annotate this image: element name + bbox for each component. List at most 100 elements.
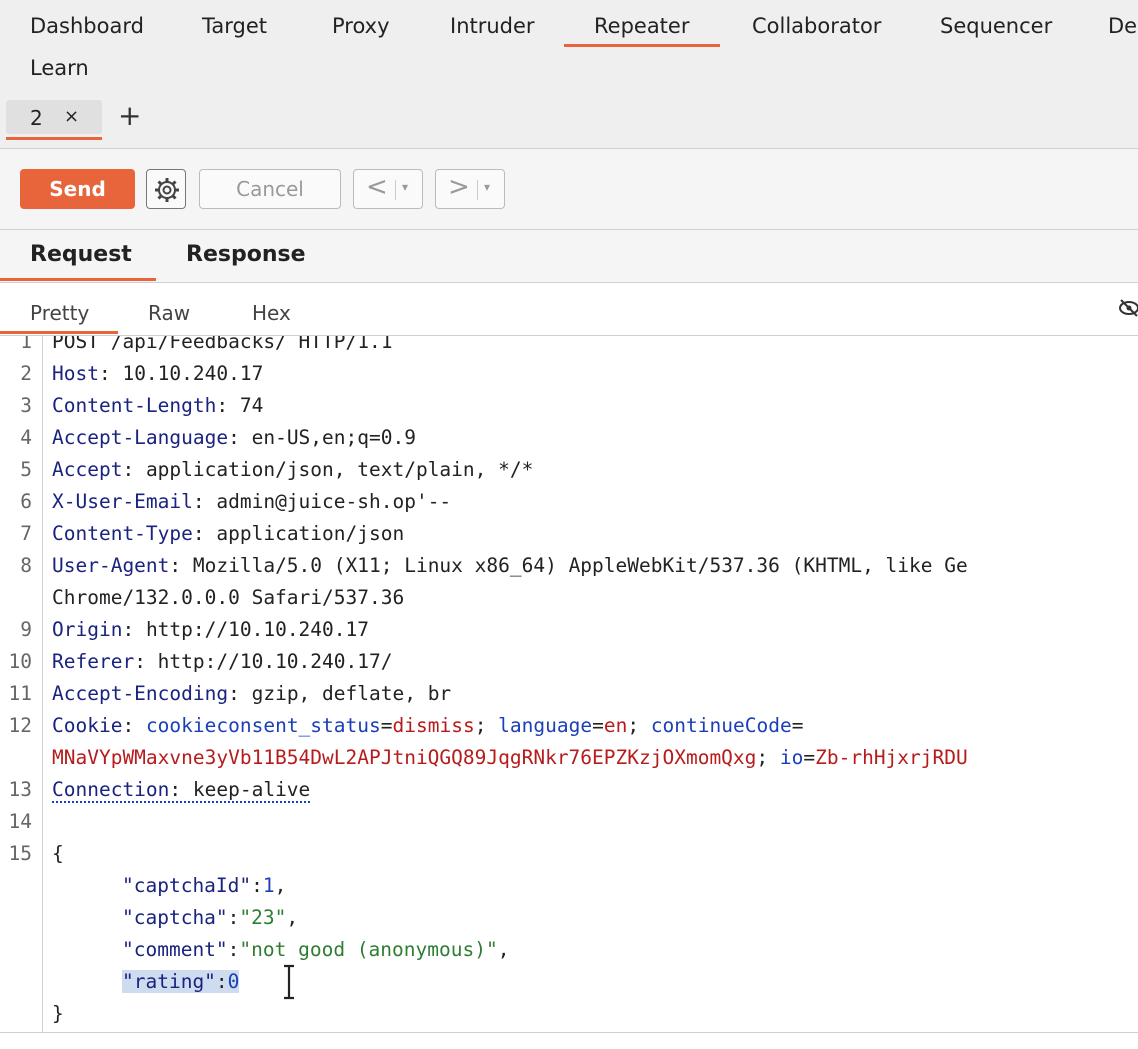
repeater-tab[interactable]: 2 × bbox=[6, 100, 102, 134]
nav-repeater[interactable]: Repeater bbox=[594, 14, 689, 38]
chevron-left-icon: < bbox=[366, 172, 388, 202]
tab-raw[interactable]: Raw bbox=[148, 301, 190, 325]
tab-response[interactable]: Response bbox=[186, 242, 306, 267]
eye-off-icon[interactable] bbox=[1118, 297, 1138, 319]
line-number: 15 bbox=[0, 842, 32, 865]
view-tabs: Pretty Raw Hex bbox=[0, 283, 1138, 336]
header-continuation: Chrome/132.0.0.0 Safari/537.36 bbox=[52, 586, 404, 609]
repeater-tab-label: 2 bbox=[30, 106, 43, 130]
header-name: Accept bbox=[52, 458, 122, 481]
cookie-value: Zb-rhHjxrjRDU bbox=[815, 746, 968, 769]
header-line: Accept: application/json, text/plain, */… bbox=[52, 458, 533, 481]
add-tab-button[interactable]: + bbox=[118, 102, 141, 130]
nav-decoder[interactable]: Dec bbox=[1108, 14, 1138, 38]
header-line: Accept-Encoding: gzip, deflate, br bbox=[52, 682, 451, 705]
tab-pretty[interactable]: Pretty bbox=[30, 301, 89, 325]
message-tabs: Request Response bbox=[0, 230, 1138, 283]
line-number: 4 bbox=[0, 426, 32, 449]
nav-intruder[interactable]: Intruder bbox=[450, 14, 535, 38]
header-name: Referer bbox=[52, 650, 134, 673]
nav-target[interactable]: Target bbox=[202, 14, 267, 38]
tab-active-indicator bbox=[6, 137, 102, 140]
tab-request[interactable]: Request bbox=[30, 242, 132, 267]
header-line: Content-Type: application/json bbox=[52, 522, 404, 545]
gear-icon bbox=[154, 177, 180, 203]
json-key: "captchaId" bbox=[122, 874, 251, 897]
settings-button[interactable] bbox=[146, 169, 186, 209]
chevron-right-icon: > bbox=[448, 172, 470, 202]
line-number: 7 bbox=[0, 522, 32, 545]
header-name: Accept-Encoding bbox=[52, 682, 228, 705]
status-bar bbox=[0, 1032, 1138, 1049]
nav-proxy[interactable]: Proxy bbox=[332, 14, 390, 38]
json-value: 1 bbox=[263, 874, 275, 897]
line-number: 9 bbox=[0, 618, 32, 641]
header-value: http://10.10.240.17/ bbox=[158, 650, 393, 673]
cookie-name: io bbox=[780, 746, 803, 769]
header-name: X-User-Email bbox=[52, 490, 193, 513]
nav-dashboard[interactable]: Dashboard bbox=[30, 14, 144, 38]
header-value: http://10.10.240.17 bbox=[146, 618, 369, 641]
header-line: Accept-Language: en-US,en;q=0.9 bbox=[52, 426, 416, 449]
chevron-down-icon[interactable]: ▾ bbox=[484, 180, 490, 194]
header-line: Connection: keep-alive bbox=[52, 778, 310, 801]
nav-active-indicator bbox=[564, 44, 720, 47]
repeater-tab-strip: 2 × + bbox=[0, 92, 1138, 149]
json-line: "comment":"not good (anonymous)", bbox=[122, 938, 509, 961]
json-open-brace: { bbox=[52, 842, 64, 865]
header-name: User-Agent bbox=[52, 554, 169, 577]
next-request-button[interactable]: > ▾ bbox=[435, 169, 505, 209]
line-number: 2 bbox=[0, 362, 32, 385]
tab-active-indicator bbox=[0, 278, 156, 281]
line-number: 10 bbox=[0, 650, 32, 673]
header-line: Origin: http://10.10.240.17 bbox=[52, 618, 369, 641]
header-value: gzip, deflate, br bbox=[252, 682, 452, 705]
close-icon[interactable]: × bbox=[64, 106, 79, 127]
nav-sequencer[interactable]: Sequencer bbox=[940, 14, 1052, 38]
tab-active-indicator bbox=[0, 331, 118, 334]
header-value: 10.10.240.17 bbox=[122, 362, 263, 385]
cookie-value: dismiss bbox=[393, 714, 475, 737]
json-key: "rating" bbox=[122, 970, 216, 993]
previous-request-button[interactable]: < ▾ bbox=[353, 169, 423, 209]
header-name: Host bbox=[52, 362, 99, 385]
line-number-gutter: 1 2 3 4 5 6 7 8 9 10 11 12 13 14 15 bbox=[0, 336, 43, 1032]
divider bbox=[395, 180, 396, 200]
header-name: Cookie bbox=[52, 714, 122, 737]
cancel-button[interactable]: Cancel bbox=[199, 169, 341, 209]
header-name: Content-Type bbox=[52, 522, 193, 545]
divider bbox=[477, 180, 478, 200]
json-key: "comment" bbox=[122, 938, 228, 961]
cookie-value: MNaVYpWMaxvne3yVb11B54DwL2APJtniQGQ89Jqg… bbox=[52, 746, 756, 769]
send-button[interactable]: Send bbox=[20, 169, 135, 209]
tab-hex[interactable]: Hex bbox=[252, 301, 291, 325]
line-number: 1 bbox=[0, 336, 32, 353]
chevron-down-icon[interactable]: ▾ bbox=[402, 180, 408, 194]
line-number: 12 bbox=[0, 714, 32, 737]
line-number: 3 bbox=[0, 394, 32, 417]
header-line: Referer: http://10.10.240.17/ bbox=[52, 650, 392, 673]
header-name: Connection bbox=[52, 778, 169, 801]
line-number: 11 bbox=[0, 682, 32, 705]
cookie-continuation: MNaVYpWMaxvne3yVb11B54DwL2APJtniQGQ89Jqg… bbox=[52, 746, 968, 769]
header-line: User-Agent: Mozilla/5.0 (X11; Linux x86_… bbox=[52, 554, 968, 577]
request-line: POST /api/Feedbacks/ HTTP/1.1 bbox=[52, 336, 392, 353]
request-editor[interactable]: 1 2 3 4 5 6 7 8 9 10 11 12 13 14 15 POST… bbox=[0, 336, 1138, 1032]
header-line: X-User-Email: admin@juice-sh.op'-- bbox=[52, 490, 451, 513]
nav-collaborator[interactable]: Collaborator bbox=[752, 14, 881, 38]
nav-learn[interactable]: Learn bbox=[30, 56, 89, 80]
json-line: "captchaId":1, bbox=[122, 874, 286, 897]
header-value: Mozilla/5.0 (X11; Linux x86_64) AppleWeb… bbox=[193, 554, 968, 577]
header-line: Content-Length: 74 bbox=[52, 394, 263, 417]
header-value: application/json, text/plain, */* bbox=[146, 458, 533, 481]
line-number: 14 bbox=[0, 810, 32, 833]
header-line: Host: 10.10.240.17 bbox=[52, 362, 263, 385]
line-number: 13 bbox=[0, 778, 32, 801]
cookie-name: cookieconsent_status bbox=[146, 714, 381, 737]
json-key: "captcha" bbox=[122, 906, 228, 929]
header-value: keep-alive bbox=[193, 778, 310, 801]
header-value: en-US,en;q=0.9 bbox=[252, 426, 416, 449]
header-value: admin@juice-sh.op'-- bbox=[216, 490, 451, 513]
cookie-name: language bbox=[498, 714, 592, 737]
cookie-name: continueCode bbox=[651, 714, 792, 737]
